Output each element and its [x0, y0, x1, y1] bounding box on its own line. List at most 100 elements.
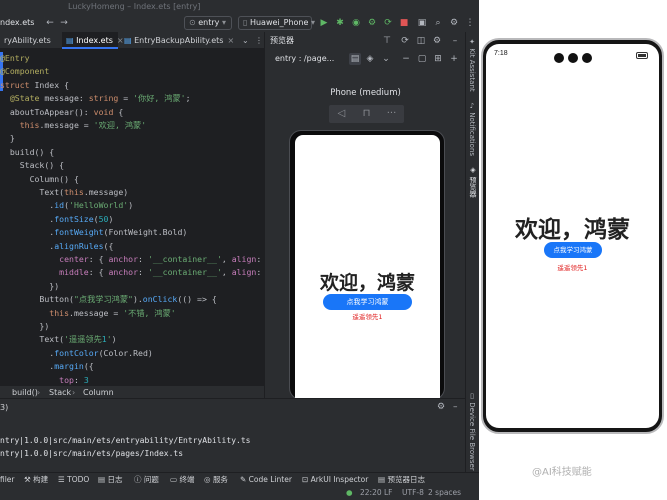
apply-changes-icon[interactable]: ⟳	[382, 17, 394, 29]
code-line[interactable]: @Entry	[0, 52, 30, 65]
tool-tab-services[interactable]: ◎ 服务	[204, 473, 228, 487]
code-line[interactable]: this.message = '不错, 鸿蒙'	[0, 307, 175, 320]
zoom-in-icon[interactable]: +	[448, 53, 460, 65]
preview-learn-button[interactable]: 点我学习鸿蒙	[323, 294, 412, 310]
code-line[interactable]: .margin({	[0, 360, 93, 373]
debug-icon[interactable]: ✱	[334, 17, 346, 29]
current-file-label[interactable]: ndex.ets	[0, 17, 34, 29]
phone-learn-button[interactable]: 点我学习鸿蒙	[544, 242, 602, 258]
main-toolbar: ndex.ets ← → ⊙ entry ▾ ▯ Huawei_Phone ▾ …	[0, 14, 479, 32]
search-icon[interactable]: ⌕	[432, 17, 444, 29]
attach-debugger-icon[interactable]: ⚙	[366, 17, 378, 29]
close-icon[interactable]: ×	[227, 36, 234, 45]
tool-tab-profiler[interactable]: filer	[0, 473, 15, 487]
settings-gear-icon[interactable]: ⚙	[431, 35, 443, 47]
zoom-out-icon[interactable]: −	[400, 53, 412, 65]
tool-tab-arkui-inspector[interactable]: ⊡ ArkUI Inspector	[302, 473, 368, 487]
code-line[interactable]: middle: { anchor: '__container__', align…	[0, 266, 261, 279]
code-editor[interactable]: @Entry @Component struct Index { @State me…	[0, 49, 264, 385]
tool-tab-terminal[interactable]: ▭ 终端	[170, 473, 194, 487]
kit-icon: ✦	[468, 38, 476, 49]
code-line[interactable]: .alignRules({	[0, 240, 113, 253]
code-line[interactable]: Text(this.message)	[0, 186, 128, 199]
code-line[interactable]: build() {	[0, 146, 54, 159]
forward-icon[interactable]: →	[58, 17, 70, 29]
tab-index[interactable]: ▤ Index.ets ×	[62, 32, 124, 49]
previewer-page-selector[interactable]: entry : /page...	[275, 53, 334, 65]
tool-tab-todo[interactable]: ☰ TODO	[58, 473, 89, 487]
previewer-device-frame: 欢迎，鸿蒙 点我学习鸿蒙 遥遥领先1	[289, 130, 445, 398]
editor-tab-bar: ryAbility.ets ▤ Index.ets × ▤ EntryBackup…	[0, 32, 264, 49]
breadcrumb: build() › Stack › Column	[0, 385, 264, 399]
code-line[interactable]: @Component	[0, 65, 49, 78]
more-horizontal-icon[interactable]: ···	[379, 105, 404, 123]
indent-setting[interactable]: 2 spaces	[428, 486, 461, 500]
tab-entry-ability[interactable]: ryAbility.ets	[0, 32, 62, 49]
tool-tab-problems[interactable]: ⓘ 问题	[134, 473, 159, 487]
layers-icon[interactable]: ◈	[364, 53, 376, 65]
code-line[interactable]: .fontWeight(FontWeight.Bold)	[0, 226, 187, 239]
chevron-down-icon: ▾	[308, 18, 315, 27]
sync-status-icon[interactable]: ●	[346, 486, 353, 500]
status-bar: ● 22:20 LF UTF-8 2 spaces	[0, 486, 479, 500]
module-selector[interactable]: ⊙ entry ▾	[184, 16, 232, 30]
more-icon[interactable]: ⋮	[464, 17, 476, 29]
device-icon: ▯	[468, 392, 476, 403]
phone-status-time: 7:18	[494, 50, 508, 57]
code-line[interactable]: struct Index {	[0, 79, 69, 92]
toggle-icon[interactable]: ⊤	[381, 35, 393, 47]
stop-icon[interactable]: ■	[398, 17, 410, 29]
minimize-icon[interactable]: –	[453, 402, 458, 412]
code-line[interactable]: }	[0, 132, 15, 145]
tool-tab-build[interactable]: ⚒ 构建	[24, 473, 48, 487]
line-separator[interactable]: LF	[384, 486, 393, 500]
settings-gear-icon[interactable]: ⚙	[437, 402, 445, 412]
editor-more-icon[interactable]: ⋮	[251, 32, 264, 49]
code-line[interactable]: center: { anchor: '__container__', align…	[0, 253, 261, 266]
code-line[interactable]: this.message = '欢迎, 鸿蒙'	[0, 119, 146, 132]
camera-dot-icon	[568, 53, 578, 63]
list-icon: ☰	[58, 475, 68, 484]
code-line[interactable]: aboutToAppear(): void {	[0, 106, 123, 119]
rotate-icon[interactable]: ⊓	[354, 105, 379, 123]
back-icon[interactable]: ←	[44, 17, 56, 29]
code-line[interactable]: @State message: string = '你好, 鸿蒙';	[0, 92, 191, 105]
refresh-icon[interactable]: ⟳	[399, 35, 411, 47]
minimize-icon[interactable]: –	[449, 35, 461, 47]
device-file-browser-tab[interactable]: ▯ Device File Browser	[468, 392, 476, 471]
code-line[interactable]: Stack() {	[0, 159, 64, 172]
back-triangle-icon[interactable]: ◁	[329, 105, 354, 123]
previewer-tab[interactable]: ◈ 预览器	[468, 166, 478, 197]
cursor-position[interactable]: 22:20	[360, 486, 382, 500]
tab-overflow-chevron-icon[interactable]: ⌄	[238, 32, 252, 49]
profile-icon[interactable]: ◉	[350, 17, 362, 29]
code-line[interactable]: })	[0, 320, 49, 333]
linter-icon: ✎	[240, 475, 249, 484]
code-line[interactable]: Text('遥遥领先1')	[0, 333, 116, 346]
settings-gear-icon[interactable]: ⚙	[448, 17, 460, 29]
fit-screen-icon[interactable]: ▢	[416, 53, 428, 65]
kit-assistant-tab[interactable]: ✦ Kit Assistant	[468, 38, 476, 92]
run-icon[interactable]: ▶	[318, 17, 330, 29]
tool-tab-log[interactable]: ▤ 日志	[98, 473, 122, 487]
device-selector[interactable]: ▯ Huawei_Phone ▾	[238, 16, 315, 30]
code-line[interactable]: .fontSize(50)	[0, 213, 113, 226]
file-encoding[interactable]: UTF-8	[402, 486, 424, 500]
chevron-down-icon[interactable]: ⌄	[380, 53, 392, 65]
code-line[interactable]: .id('HelloWorld')	[0, 199, 133, 212]
code-line[interactable]: Column() {	[0, 173, 79, 186]
layers-icon[interactable]: ◫	[415, 35, 427, 47]
code-line[interactable]: })	[0, 280, 59, 293]
device-manager-icon[interactable]: ▣	[416, 17, 428, 29]
watermark: @AI科技赋能	[532, 467, 592, 478]
tab-entry-backup-ability[interactable]: ▤ EntryBackupAbility.ets ×	[120, 32, 238, 49]
code-line[interactable]: Button("点我学习鸿蒙").onClick(() => {	[0, 293, 216, 306]
inspector-icon[interactable]: ▤	[349, 53, 361, 65]
tool-tab-previewer-log[interactable]: ▤ 预览器日志	[378, 473, 425, 487]
code-line[interactable]: top: 3	[0, 374, 89, 385]
code-line[interactable]: .fontColor(Color.Red)	[0, 347, 153, 360]
previewer-title: 预览器	[270, 36, 294, 45]
notifications-tab[interactable]: ♪ Notifications	[468, 102, 476, 156]
multi-device-icon[interactable]: ⊞	[432, 53, 444, 65]
tool-tab-code-linter[interactable]: ✎ Code Linter	[240, 473, 292, 487]
